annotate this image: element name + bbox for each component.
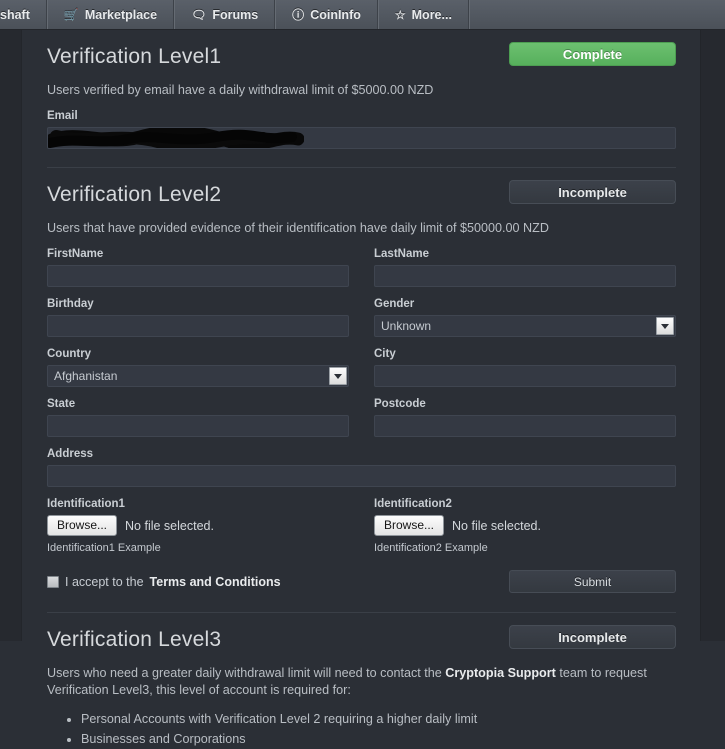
gender-label: Gender bbox=[374, 298, 415, 310]
address-label: Address bbox=[47, 448, 94, 460]
lastname-label: LastName bbox=[374, 248, 429, 260]
cryptopia-support-link[interactable]: Cryptopia Support bbox=[445, 666, 556, 680]
state-input[interactable] bbox=[47, 415, 349, 437]
postcode-label: Postcode bbox=[374, 398, 426, 410]
terms-and-conditions-link[interactable]: Terms and Conditions bbox=[150, 570, 281, 594]
gender-group: Gender Unknown bbox=[374, 287, 676, 337]
identification2-group: Identification2 Browse... No file select… bbox=[374, 487, 676, 554]
birthday-label: Birthday bbox=[47, 298, 94, 310]
left-gutter bbox=[0, 30, 22, 641]
level2-header: Verification Level2 Incomplete bbox=[47, 180, 676, 214]
divider-2 bbox=[47, 612, 676, 613]
accept-terms-text: I accept to the bbox=[65, 575, 144, 589]
nav-tab-label: Marketplace bbox=[84, 7, 158, 22]
level1-description: Users verified by email have a daily wit… bbox=[47, 83, 434, 97]
state-postcode-row: State Postcode bbox=[47, 387, 676, 437]
top-navigation-bar: shaft 🛒 Marketplace 🗨 Forums ⓘ CoinInfo … bbox=[0, 0, 725, 30]
star-icon: ☆ bbox=[394, 7, 406, 22]
city-input[interactable] bbox=[374, 365, 676, 387]
firstname-input[interactable] bbox=[47, 265, 349, 287]
address-row: Address bbox=[47, 437, 676, 487]
level3-header: Verification Level3 Incomplete bbox=[47, 625, 676, 659]
accept-terms-row: I accept to the Terms and Conditions Sub… bbox=[47, 570, 676, 594]
nav-tab-label: Forums bbox=[212, 7, 259, 22]
divider-1 bbox=[47, 167, 676, 168]
lastname-input[interactable] bbox=[374, 265, 676, 287]
chevron-down-icon[interactable] bbox=[329, 367, 347, 385]
nav-tab-forums[interactable]: 🗨 Forums bbox=[174, 0, 276, 29]
identification2-browse-button[interactable]: Browse... bbox=[374, 515, 445, 536]
identification1-browse-button[interactable]: Browse... bbox=[47, 515, 118, 536]
country-group: Country Afghanistan bbox=[47, 337, 349, 387]
nav-tab-label: CoinInfo bbox=[310, 7, 361, 22]
city-group: City bbox=[374, 337, 676, 387]
gender-selected-value: Unknown bbox=[381, 319, 432, 333]
identification1-label: Identification1 bbox=[47, 498, 125, 510]
speech-bubbles-icon: 🗨 bbox=[191, 7, 207, 22]
identification2-filename: No file selected. bbox=[452, 518, 541, 533]
info-circle-icon: ⓘ bbox=[292, 7, 305, 22]
list-item: Businesses and Corporations bbox=[81, 729, 676, 749]
postcode-input[interactable] bbox=[374, 415, 676, 437]
level3-requirements-list: Personal Accounts with Verification Leve… bbox=[47, 709, 676, 749]
level1-status-badge[interactable]: Complete bbox=[509, 42, 676, 66]
identification-row: Identification1 Browse... No file select… bbox=[47, 487, 676, 554]
nav-tab-label: shaft bbox=[0, 7, 30, 22]
email-label: Email bbox=[47, 110, 78, 122]
state-label: State bbox=[47, 398, 76, 410]
nav-tab-more[interactable]: ☆ More... bbox=[377, 0, 469, 29]
chevron-down-icon[interactable] bbox=[656, 317, 674, 335]
identification2-example-link[interactable]: Identification2 Example bbox=[374, 542, 676, 554]
level3-description-part1: Users who need a greater daily withdrawa… bbox=[47, 666, 442, 680]
identification1-filename: No file selected. bbox=[125, 518, 214, 533]
state-group: State bbox=[47, 387, 349, 437]
nav-tab-coininfo[interactable]: ⓘ CoinInfo bbox=[275, 0, 378, 29]
country-label: Country bbox=[47, 348, 92, 360]
accept-terms-checkbox[interactable] bbox=[47, 576, 59, 588]
level1-header: Verification Level1 Complete bbox=[47, 42, 676, 76]
gender-select[interactable]: Unknown bbox=[374, 315, 676, 337]
postcode-group: Postcode bbox=[374, 387, 676, 437]
level2-status-badge[interactable]: Incomplete bbox=[509, 180, 676, 204]
birthday-group: Birthday bbox=[47, 287, 349, 337]
identification1-group: Identification1 Browse... No file select… bbox=[47, 487, 349, 554]
birthday-input[interactable] bbox=[47, 315, 349, 337]
country-select[interactable]: Afghanistan bbox=[47, 365, 349, 387]
page-body: Verification Level1 Complete Users verif… bbox=[0, 30, 725, 746]
firstname-label: FirstName bbox=[47, 248, 104, 260]
nav-tab-shaft[interactable]: shaft bbox=[0, 0, 47, 29]
email-field-wrapper bbox=[47, 127, 676, 149]
verification-content: Verification Level1 Complete Users verif… bbox=[23, 30, 700, 746]
level2-description: Users that have provided evidence of the… bbox=[47, 221, 549, 235]
level3-status-badge[interactable]: Incomplete bbox=[509, 625, 676, 649]
email-input[interactable] bbox=[47, 127, 676, 149]
birthday-gender-row: Birthday Gender Unknown bbox=[47, 287, 676, 337]
cart-icon: 🛒 bbox=[63, 7, 79, 22]
identification1-file-input[interactable]: Browse... No file selected. bbox=[47, 515, 349, 536]
country-city-row: Country Afghanistan City bbox=[47, 337, 676, 387]
city-label: City bbox=[374, 348, 396, 360]
level3-description: Users who need a greater daily withdrawa… bbox=[47, 665, 676, 699]
lastname-group: LastName bbox=[374, 237, 676, 287]
right-panel-edge bbox=[700, 30, 725, 641]
identification2-file-input[interactable]: Browse... No file selected. bbox=[374, 515, 676, 536]
country-selected-value: Afghanistan bbox=[54, 369, 118, 383]
name-row: FirstName LastName bbox=[47, 237, 676, 287]
nav-tab-label: More... bbox=[411, 7, 452, 22]
submit-button[interactable]: Submit bbox=[509, 570, 676, 593]
firstname-group: FirstName bbox=[47, 237, 349, 287]
identification1-example-link[interactable]: Identification1 Example bbox=[47, 542, 349, 554]
address-input[interactable] bbox=[47, 465, 676, 487]
list-item: Personal Accounts with Verification Leve… bbox=[81, 709, 676, 729]
nav-tab-marketplace[interactable]: 🛒 Marketplace bbox=[46, 0, 175, 29]
identification2-label: Identification2 bbox=[374, 498, 452, 510]
nav-empty-space bbox=[468, 0, 725, 29]
address-group: Address bbox=[47, 437, 676, 487]
